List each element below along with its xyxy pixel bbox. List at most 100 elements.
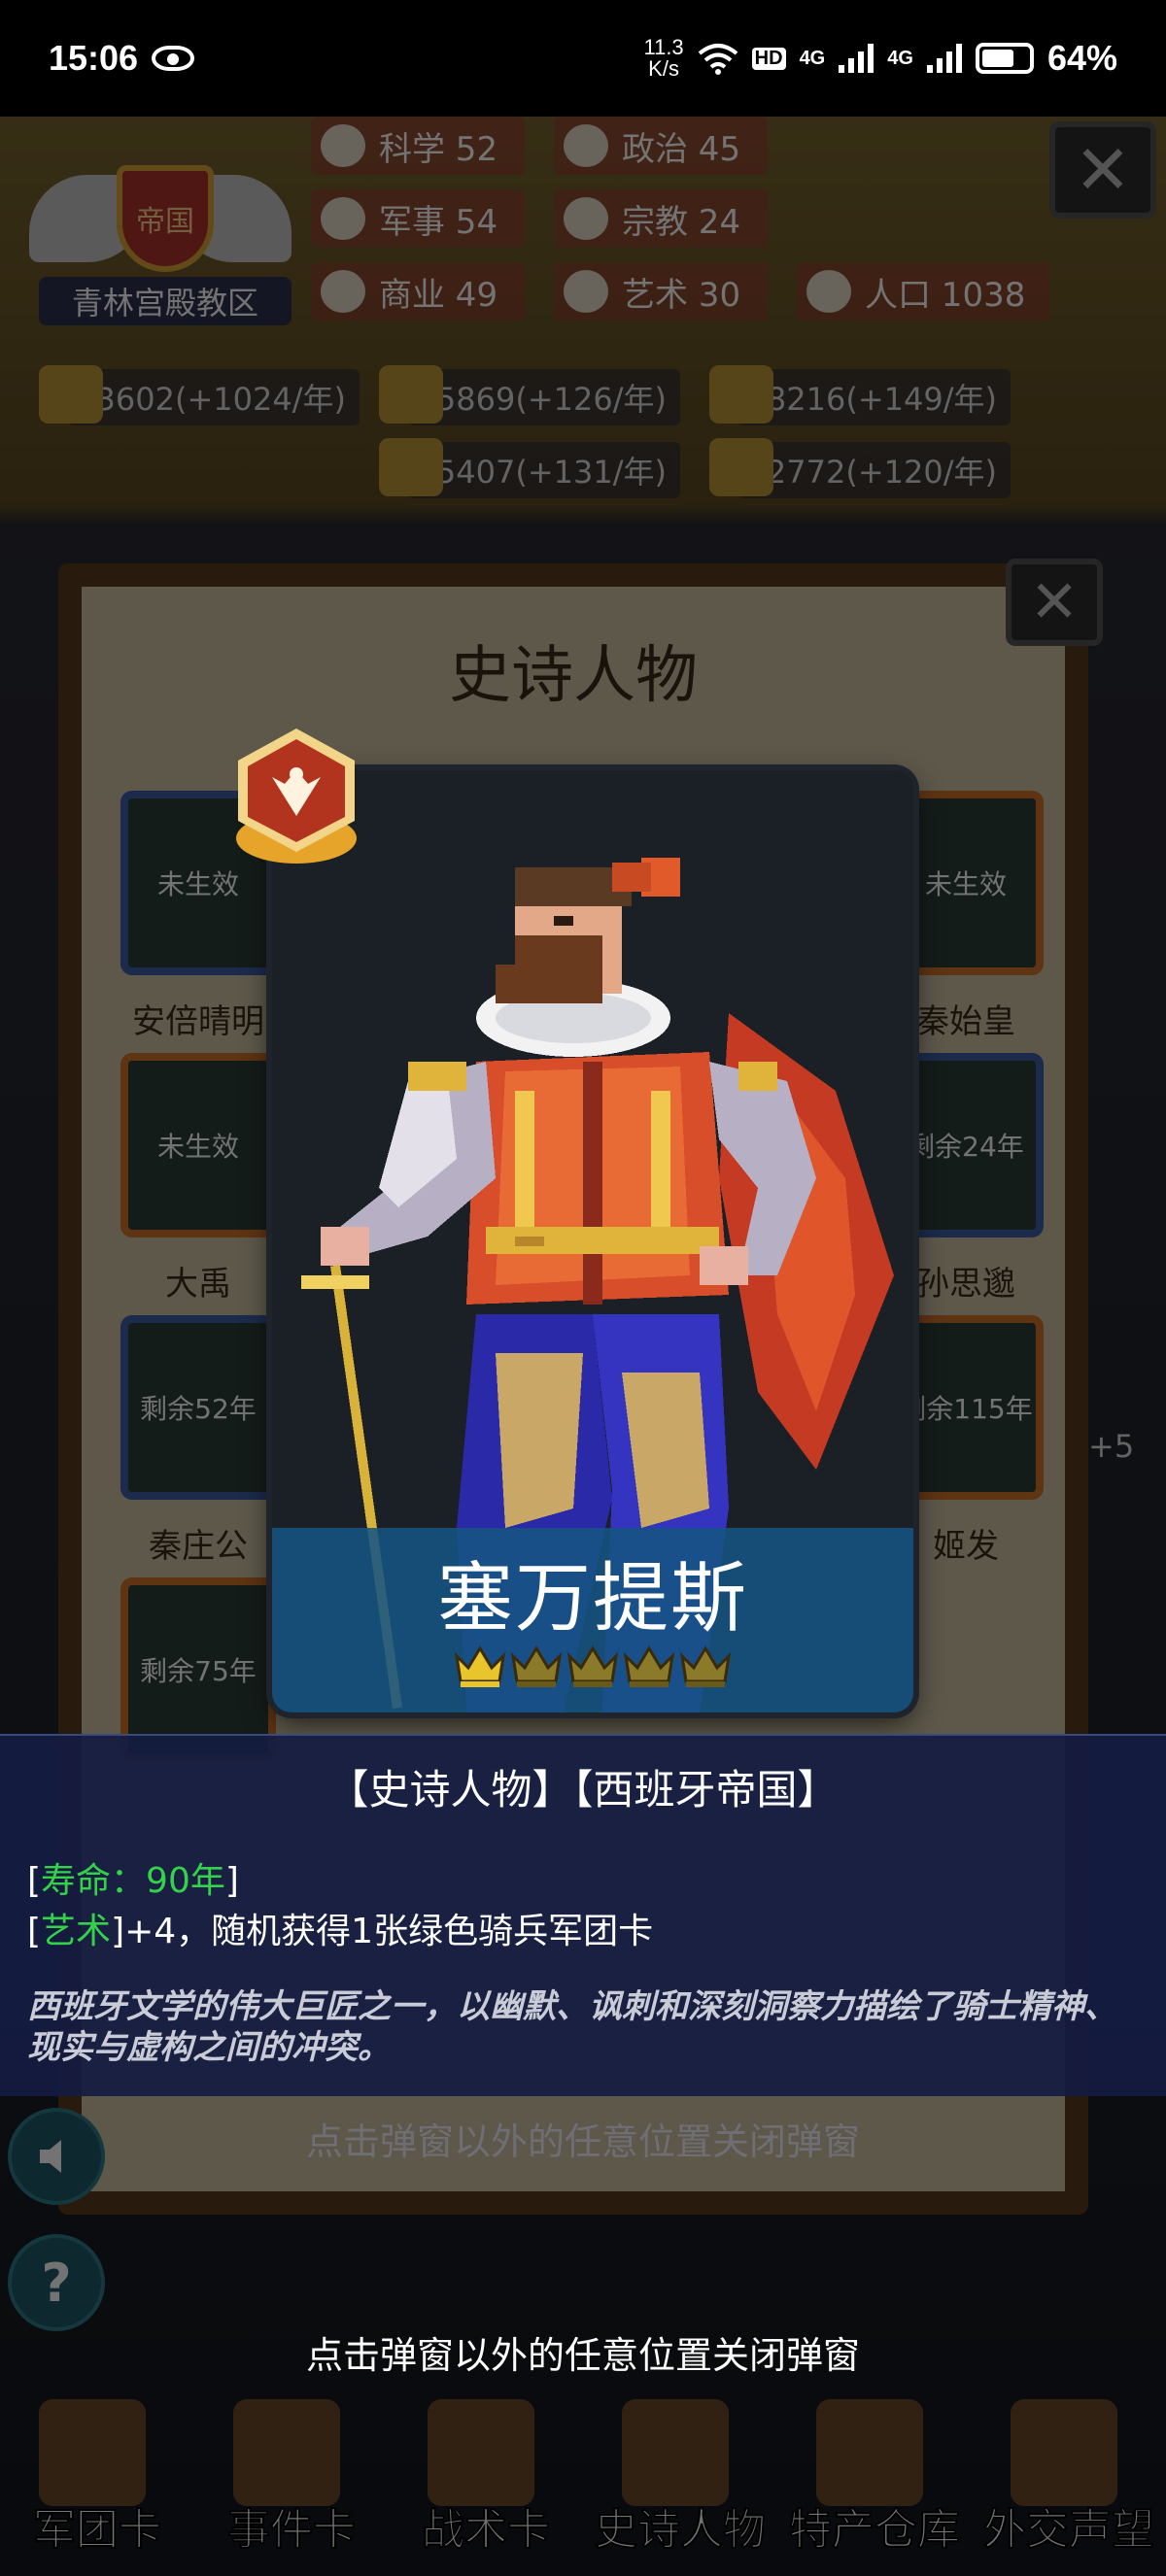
tab-diplomacy[interactable]: 外交声望 <box>972 2390 1166 2576</box>
gold-icon <box>39 365 103 424</box>
character-name: 塞万提斯 <box>436 1555 748 1643</box>
stat-military: 军事 54 <box>311 189 525 248</box>
stat-science: 科学 52 <box>311 117 525 175</box>
signal-label-1: 4G <box>799 47 826 69</box>
stat-religion-label: 宗教 24 <box>622 202 741 242</box>
crown-icon <box>622 2399 729 2506</box>
stat-population: 人口 1038 <box>797 262 1049 321</box>
tab-label: 战术卡 <box>421 2504 551 2556</box>
question-icon: ? <box>41 2252 72 2314</box>
card-status: 未生效 <box>156 1131 239 1163</box>
helmet-icon <box>39 2399 146 2506</box>
art-icon <box>564 270 608 313</box>
meat-icon <box>709 438 773 496</box>
stat-religion: 宗教 24 <box>554 189 768 248</box>
eye-icon <box>152 46 195 71</box>
stone-icon <box>379 438 443 496</box>
tab-epic-characters[interactable]: 史诗人物 <box>583 2390 777 2576</box>
tab-tactic-cards[interactable]: 战术卡 <box>389 2390 583 2576</box>
tab-specialty-warehouse[interactable]: 特产仓库 <box>777 2390 972 2576</box>
resource-gold: 13602(+1024/年) <box>39 365 360 425</box>
name-banner: 塞万提斯 <box>272 1528 913 1712</box>
bottom-navigation: 军团卡 事件卡 战术卡 史诗人物 特产仓库 外交声望 <box>0 2390 1166 2576</box>
status-time: 15:06 <box>49 38 139 78</box>
card-status: 未生效 <box>156 868 239 900</box>
tab-label: 外交声望 <box>982 2504 1155 2556</box>
chest-icon <box>816 2399 923 2506</box>
lifespan-value: 寿命：90年 <box>41 1861 225 1901</box>
epic-rarity-badge <box>236 729 357 864</box>
stat-politics: 政治 45 <box>554 117 768 175</box>
card-status: 剩余115年 <box>899 1393 1033 1425</box>
population-icon <box>806 270 851 313</box>
star-rating <box>272 1643 913 1689</box>
close-hud-button[interactable]: ✕ <box>1049 121 1156 219</box>
lifespan-bracket-close: ] <box>224 1861 239 1901</box>
resource-iron: 8216(+149/年) <box>709 365 1011 425</box>
panel-title: 史诗人物 <box>449 640 698 712</box>
card-status: 剩余75年 <box>140 1655 257 1687</box>
tab-label: 军团卡 <box>32 2504 162 2556</box>
card-name: 大禹 <box>165 1265 231 1304</box>
crown-filled-icon <box>454 1645 506 1687</box>
network-speed-value: 11.3 <box>643 35 684 59</box>
network-speed-unit: K/s <box>648 56 679 81</box>
character-card[interactable]: 未生效 <box>120 1053 276 1237</box>
wifi-icon <box>698 44 737 75</box>
card-status: 剩余24年 <box>908 1131 1024 1163</box>
status-bar: 15:06 11.3 K/s HD 4G 4G 64% <box>0 0 1166 117</box>
signal-bars-icon-2 <box>926 44 962 73</box>
envelope-icon <box>1011 2399 1117 2506</box>
resource-wood: 5869(+126/年) <box>379 365 680 425</box>
resource-gold-label: 13602(+1024/年) <box>76 381 346 418</box>
resource-wood-label: 5869(+126/年) <box>435 381 667 418</box>
stat-art: 艺术 30 <box>554 262 768 321</box>
card-status: 剩余52年 <box>140 1393 257 1425</box>
effect-attribute: 艺术 <box>41 1912 112 1951</box>
character-info-panel: 【史诗人物】【西班牙帝国】 [寿命：90年] [艺术]+4，随机获得1张绿色骑兵… <box>0 1734 1166 2096</box>
tab-legion-cards[interactable]: 军团卡 <box>0 2390 194 2576</box>
effect-line: [艺术]+4，随机获得1张绿色骑兵军团卡 <box>27 1903 653 1953</box>
tab-event-cards[interactable]: 事件卡 <box>194 2390 389 2576</box>
lifespan-line: [寿命：90年] <box>27 1852 239 1903</box>
kingdom-hud: 帝国 青林宫殿教区 科学 52 政治 45 军事 54 宗教 24 商业 49 … <box>0 117 1166 505</box>
stat-art-label: 艺术 30 <box>622 275 741 315</box>
character-description: 西班牙文学的伟大巨匠之一，以幽默、讽刺和深刻洞察力描绘了骑士精神、现实与虚构之间… <box>27 1987 1117 2067</box>
crown-empty-icon <box>510 1645 563 1687</box>
resource-iron-label: 8216(+149/年) <box>766 381 997 418</box>
tab-label: 史诗人物 <box>594 2504 767 2556</box>
card-name: 安倍晴明 <box>132 1002 264 1041</box>
stat-commerce: 商业 49 <box>311 262 525 321</box>
military-icon <box>321 197 365 240</box>
stat-commerce-label: 商业 49 <box>379 275 498 315</box>
commerce-icon <box>321 270 365 313</box>
crown-empty-icon <box>566 1645 619 1687</box>
resource-meat: 2772(+120/年) <box>709 438 1011 498</box>
battery-icon <box>975 43 1034 74</box>
character-card[interactable]: 剩余52年 <box>120 1315 276 1500</box>
resource-stone: 15407(+131/年) <box>379 438 680 498</box>
tab-label: 特产仓库 <box>788 2504 961 2556</box>
stat-population-label: 人口 1038 <box>865 275 1026 315</box>
religion-icon <box>564 197 608 240</box>
side-plus-label: +5 <box>1088 1428 1135 1465</box>
location-label: 青林宫殿教区 <box>39 277 292 325</box>
crown-empty-icon <box>679 1645 732 1687</box>
empire-emblem[interactable]: 帝国 青林宫殿教区 <box>29 136 292 330</box>
close-hint[interactable]: 点击弹窗以外的任意位置关闭弹窗 <box>0 2325 1166 2379</box>
shield-icon <box>428 2399 534 2506</box>
crown-empty-icon <box>623 1645 675 1687</box>
battery-percent: 64% <box>1046 38 1117 78</box>
close-hint-faded: 点击弹窗以外的任意位置关闭弹窗 <box>305 2120 860 2163</box>
help-button[interactable]: ? <box>8 2234 105 2331</box>
resource-meat-label: 2772(+120/年) <box>766 454 997 491</box>
stat-science-label: 科学 52 <box>379 129 498 169</box>
science-icon <box>321 124 365 167</box>
stat-military-label: 军事 54 <box>379 202 498 242</box>
signal-bars-icon <box>839 44 874 73</box>
close-panel-button[interactable]: ✕ <box>1006 559 1103 646</box>
effect-text: ]+4，随机获得1张绿色骑兵军团卡 <box>111 1912 654 1951</box>
empire-shield: 帝国 <box>117 165 214 272</box>
signal-label-2: 4G <box>887 47 913 69</box>
stat-politics-label: 政治 45 <box>622 129 741 169</box>
